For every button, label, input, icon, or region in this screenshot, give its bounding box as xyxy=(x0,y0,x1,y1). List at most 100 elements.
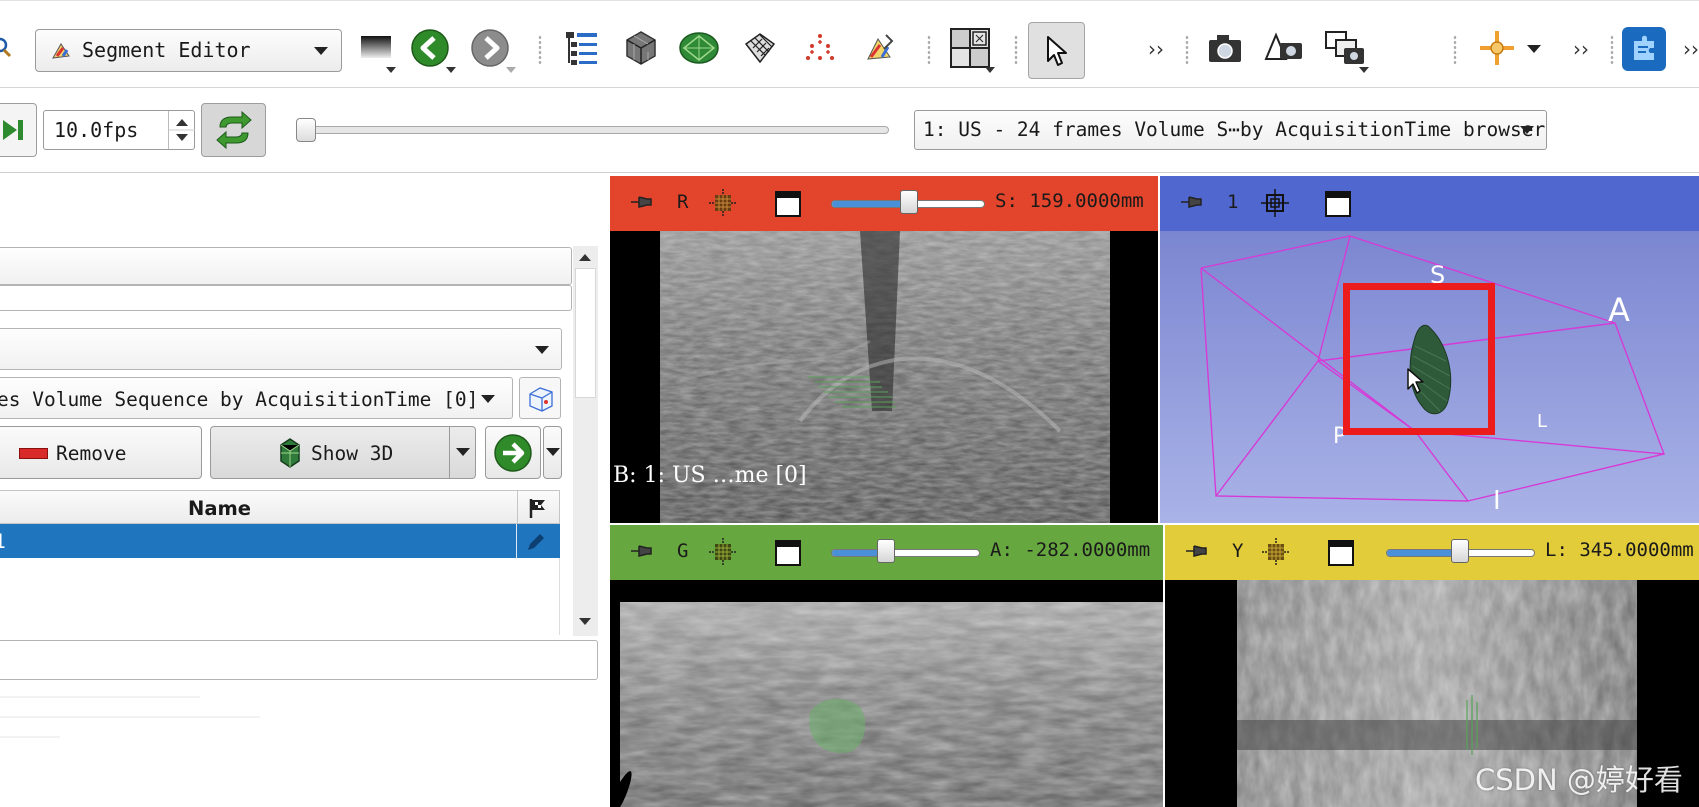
transforms-module-button[interactable] xyxy=(735,23,785,73)
highlight-box xyxy=(1343,283,1495,435)
table-row[interactable]: 1 xyxy=(0,524,560,558)
scene-view-button[interactable] xyxy=(1258,23,1308,73)
scroll-down-icon[interactable] xyxy=(578,617,592,627)
green-slice-view[interactable] xyxy=(610,580,1163,807)
markups-icon xyxy=(806,34,834,60)
pin-icon[interactable] xyxy=(1184,539,1210,563)
red-slice-view-controller: R S: 159.0000mm xyxy=(610,176,1158,231)
forward-button[interactable] xyxy=(465,23,515,73)
segment-name-cell[interactable]: 1 xyxy=(0,530,6,553)
green-slice-view-controller: G A: -282.0000mm xyxy=(610,525,1163,580)
module-selector[interactable]: Segment Editor xyxy=(35,29,342,72)
slice-offset-slider[interactable] xyxy=(831,549,980,557)
fps-spinbox[interactable]: 10.0fps xyxy=(43,110,195,150)
ultrasound-image xyxy=(620,602,1163,807)
data-module-button[interactable] xyxy=(557,23,607,73)
faded-panel-text xyxy=(0,690,300,770)
volumes-module-button[interactable] xyxy=(616,23,666,73)
show-3d-button[interactable]: Show 3D xyxy=(210,426,476,479)
text-field[interactable] xyxy=(0,285,572,311)
window-icon[interactable] xyxy=(774,190,802,218)
window-level-icon xyxy=(361,36,391,58)
data-tree-icon xyxy=(566,32,597,65)
segmentation-selector[interactable] xyxy=(0,328,562,370)
sequence-browser-label: 1: US - 24 frames Volume S⋯by Acquisitio… xyxy=(923,118,1546,141)
chevron-down-icon xyxy=(546,448,560,456)
sequence-frame-slider-handle[interactable] xyxy=(296,118,316,142)
slice-offset-slider-handle[interactable] xyxy=(1451,539,1469,563)
slice-offset-slider-handle[interactable] xyxy=(877,539,895,563)
chevron-down-icon[interactable] xyxy=(1527,45,1541,53)
models-module-button[interactable] xyxy=(674,23,724,73)
pointer-tool-button[interactable] xyxy=(1028,22,1085,79)
module-selector-label: Segment Editor xyxy=(82,38,251,62)
pin-icon[interactable] xyxy=(1179,190,1205,214)
toolbar-separator xyxy=(1610,35,1614,65)
crosshair-button[interactable] xyxy=(1472,23,1522,73)
pin-icon[interactable] xyxy=(629,190,655,214)
window-icon[interactable] xyxy=(1324,190,1352,218)
chevron-down-icon[interactable] xyxy=(446,67,456,73)
main-toolbar: Segment Editor ›› ›› ›› xyxy=(0,0,1699,88)
sequence-frame-slider[interactable] xyxy=(299,126,889,134)
remove-segment-button[interactable]: Remove xyxy=(0,426,202,479)
volume-cube-icon xyxy=(626,31,656,65)
source-volume-selector[interactable]: es Volume Sequence by AcquisitionTime [0… xyxy=(0,377,513,419)
search-icon[interactable] xyxy=(0,37,14,59)
capture-tools-button[interactable] xyxy=(1320,23,1370,73)
center-view-icon[interactable] xyxy=(1260,188,1290,218)
loop-toggle-button[interactable] xyxy=(201,103,266,157)
threed-view[interactable]: S A L P I xyxy=(1160,231,1699,523)
chevron-down-icon[interactable] xyxy=(456,448,470,456)
chevron-down-icon[interactable] xyxy=(985,67,995,73)
column-divider xyxy=(516,524,517,558)
collapsible-section[interactable] xyxy=(0,640,598,680)
name-column-header[interactable]: Name xyxy=(188,497,251,520)
layer-grid-icon[interactable] xyxy=(1261,537,1291,567)
window-level-button[interactable] xyxy=(352,23,402,73)
orientation-label-l: L xyxy=(1537,411,1548,432)
toolbar-overflow-button[interactable]: ›› xyxy=(1683,37,1699,61)
layer-grid-icon[interactable] xyxy=(708,188,738,218)
toolbar-overflow-button[interactable]: ›› xyxy=(1573,37,1589,61)
segmentation-export-button[interactable] xyxy=(485,426,541,479)
puzzle-icon xyxy=(1634,35,1654,60)
back-button[interactable] xyxy=(405,23,455,73)
extension-manager-button[interactable] xyxy=(1622,27,1666,71)
toolbar-overflow-button[interactable]: ›› xyxy=(1148,37,1164,61)
window-icon[interactable] xyxy=(774,539,802,567)
scroll-up-icon[interactable] xyxy=(578,252,592,262)
segment-3d-icon xyxy=(280,438,300,468)
markups-module-button[interactable] xyxy=(795,23,845,73)
sequence-browser-selector[interactable]: 1: US - 24 frames Volume S⋯by Acquisitio… xyxy=(914,110,1547,150)
scene-camera-icon xyxy=(1264,32,1302,60)
toolbar-separator xyxy=(538,35,542,65)
chevron-down-icon[interactable] xyxy=(1359,67,1369,73)
pin-icon[interactable] xyxy=(629,539,655,563)
export-options-button[interactable] xyxy=(543,426,562,479)
toolbar-separator xyxy=(1014,35,1018,65)
pencil-icon[interactable] xyxy=(524,530,548,554)
transform-grid-icon xyxy=(744,33,776,64)
layout-button[interactable] xyxy=(945,23,995,73)
flag-icon[interactable] xyxy=(527,497,549,519)
panel-scrollbar-thumb[interactable] xyxy=(575,268,596,398)
volume-geometry-button[interactable] xyxy=(519,377,561,419)
collapsible-header[interactable] xyxy=(0,247,572,285)
toolbar-separator xyxy=(1185,35,1189,65)
slice-offset-slider-fill xyxy=(1387,550,1461,556)
table-body xyxy=(0,558,560,635)
fps-stepper[interactable] xyxy=(168,111,195,149)
screenshot-button[interactable] xyxy=(1200,23,1250,73)
play-button[interactable] xyxy=(0,103,37,157)
segment-editor-icon xyxy=(867,34,894,60)
red-slice-view[interactable]: B: 1: US …me [0] xyxy=(610,231,1158,523)
chevron-down-icon[interactable] xyxy=(386,67,396,73)
window-icon[interactable] xyxy=(1327,539,1355,567)
watermark: CSDN @婷好看 xyxy=(1475,763,1683,797)
segment-editor-icon xyxy=(52,43,70,59)
slice-offset-slider-handle[interactable] xyxy=(900,190,918,214)
layer-grid-icon[interactable] xyxy=(708,537,738,567)
segment-editor-module-button[interactable] xyxy=(854,23,904,73)
chevron-down-icon[interactable] xyxy=(506,67,516,73)
